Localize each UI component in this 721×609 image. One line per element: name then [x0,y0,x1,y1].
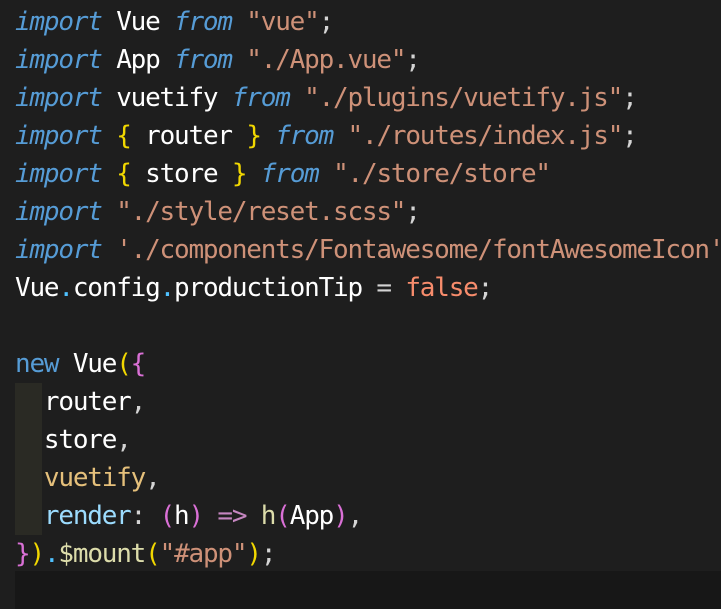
code-token: import [15,83,103,113]
code-token: } [231,159,248,189]
code-token: App [289,501,335,531]
code-token: Vue [58,349,118,379]
code-token: : [130,501,160,531]
code-token: . [43,539,60,569]
code-token: h [246,501,277,531]
code-token: from [174,7,233,37]
code-token: "#app" [159,539,248,569]
code-token: ( [145,539,161,569]
code-token: "./style/reset.scss" [101,197,406,227]
code-token: from [231,83,291,113]
code-token: , [116,425,132,455]
code-token: { [116,121,132,151]
code-token: ) [188,501,205,531]
code-token: ; [405,45,421,75]
code-token: import [15,45,103,75]
code-line[interactable]: vuetify, [15,459,161,497]
code-line[interactable]: import App from "./App.vue"; [15,41,421,79]
code-token: , [130,387,147,417]
code-token: from [174,45,233,75]
code-token: , [347,501,364,531]
code-editor[interactable]: import Vue from "vue"; import App from ".… [0,0,721,609]
code-line[interactable]: import { router } from "./routes/index.j… [15,117,638,155]
code-token: ( [159,501,176,531]
code-token: "vue" [231,7,319,37]
code-token: store [130,159,232,189]
code-token: Vue [101,7,175,37]
code-token: router [15,387,132,417]
code-token: from [275,121,334,151]
code-token: store [15,425,117,455]
code-token: ; [477,273,494,303]
code-token: './components/Fontawesome/fontAwesomeIco… [101,235,721,265]
code-token: } [246,121,262,151]
code-token: router [130,121,247,151]
code-token: config [72,273,161,303]
code-token: } [15,539,31,569]
code-line[interactable]: import Vue from "vue"; [15,3,335,41]
code-token: $mount [58,539,146,569]
code-line[interactable]: import './components/Fontawesome/fontAwe… [15,231,721,269]
editor-empty-area [15,571,721,609]
code-token: h [174,501,190,531]
code-token: ; [405,197,421,227]
code-token: . [58,273,74,303]
code-token: productionTip [174,273,363,303]
code-token: vuetify [15,463,146,493]
code-token: ; [622,83,638,113]
code-line[interactable]: import vuetify from "./plugins/vuetify.j… [15,79,638,117]
code-token: "./plugins/vuetify.js" [289,83,623,113]
code-line[interactable]: render: (h) => h(App), [15,497,364,535]
code-token: , [145,463,161,493]
code-token: import [15,235,103,265]
code-token: = [361,273,406,303]
code-token: import [15,197,103,227]
code-token: import [15,121,103,151]
code-token: { [116,159,132,189]
code-token: App [101,45,175,75]
code-token: vuetify [101,83,232,113]
code-token: ; [260,539,277,569]
code-token: render [15,501,132,531]
code-token: ) [246,539,262,569]
code-token: ( [116,349,132,379]
code-token: import [15,7,103,37]
code-token: => [202,501,247,531]
code-token: ) [29,539,45,569]
code-line[interactable]: import "./style/reset.scss"; [15,193,421,231]
code-token: false [405,273,478,303]
code-token: ) [333,501,349,531]
code-token: new [15,349,60,379]
code-token: "./routes/index.js" [333,121,624,151]
code-token: "./store/store" [318,159,551,189]
code-token: Vue [15,273,60,303]
code-token: from [260,159,320,189]
code-line[interactable]: Vue.config.productionTip = false; [15,269,494,307]
code-line[interactable]: new Vue({ [15,345,147,383]
code-line[interactable]: store, [15,421,132,459]
code-token: ( [275,501,291,531]
code-line[interactable]: import { store } from "./store/store" [15,155,551,193]
code-token: "./App.vue" [231,45,406,75]
code-token: { [130,349,147,379]
code-token: . [159,273,176,303]
code-line[interactable]: router, [15,383,147,421]
code-line[interactable]: }).$mount("#app"); [15,535,277,573]
code-token: ; [318,7,335,37]
code-token: import [15,159,103,189]
code-token: ; [622,121,638,151]
